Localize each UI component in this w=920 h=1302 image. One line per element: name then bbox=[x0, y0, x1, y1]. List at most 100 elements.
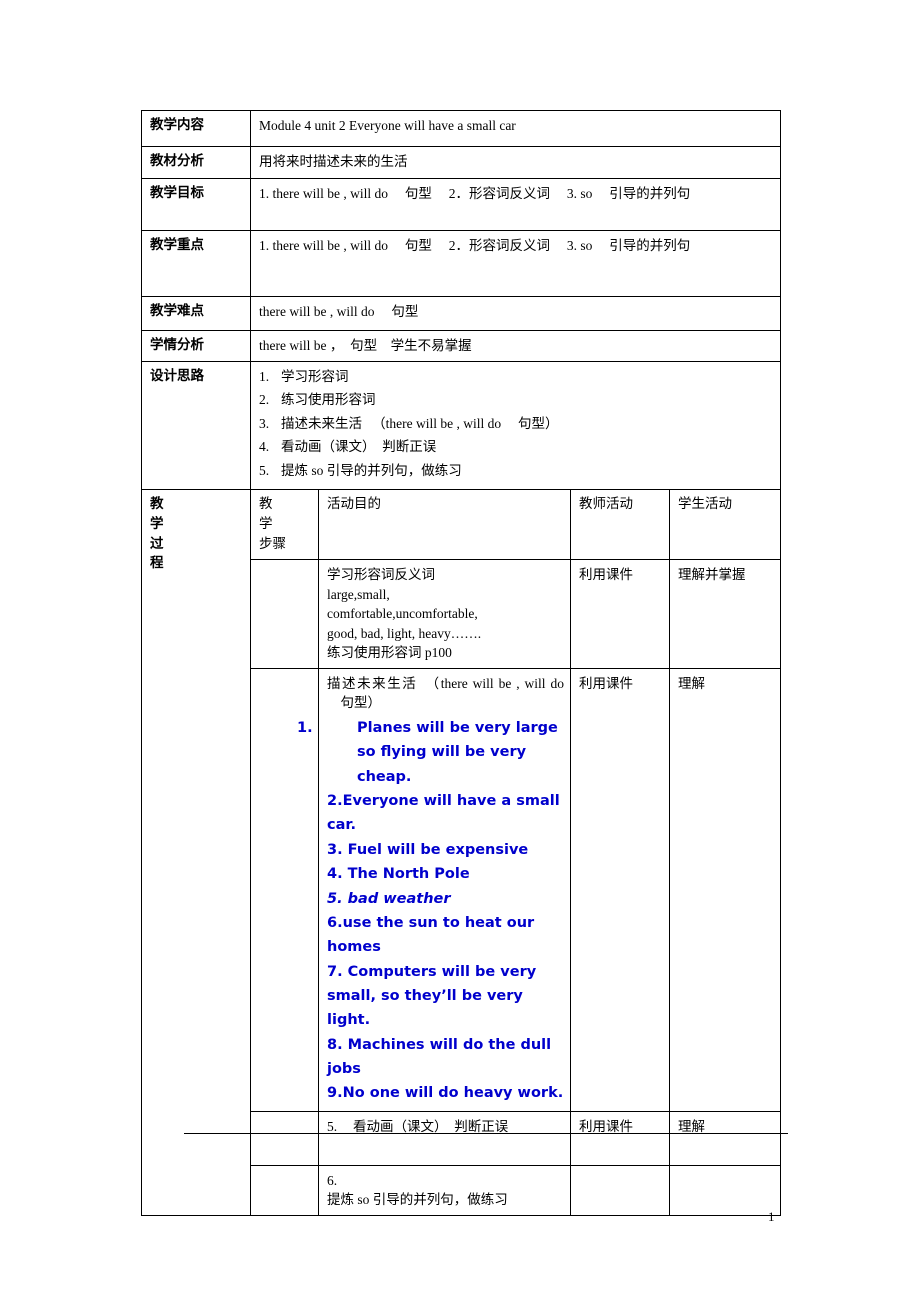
row-label-teaching-content: 教学内容 bbox=[141, 110, 251, 147]
design-approach-item: 5. 提炼 so 引导的并列句，做练习 bbox=[259, 461, 774, 481]
activity-student: 理解 bbox=[669, 1110, 781, 1166]
design-approach-item-text: 描述未来生活 （there will be , will do 句型） bbox=[281, 415, 559, 431]
future-sentence-item: 6.use the sun to heat our homes bbox=[327, 911, 564, 960]
future-sentence-item: 1. Planes will be very large so flying wi… bbox=[297, 716, 564, 789]
activity-purpose: 学习形容词反义词 large,small, comfortable,uncomfor… bbox=[318, 559, 571, 669]
future-sentence-text: Everyone will have a small car. bbox=[327, 793, 560, 834]
activity-purpose-text: 提炼 so 引导的并列句，做练习 bbox=[327, 1192, 508, 1208]
future-sentence-text: use the sun to heat our homes bbox=[327, 914, 535, 956]
future-sentence-text: Planes will be very large so flying will… bbox=[357, 720, 558, 785]
future-sentence-item: 3. Fuel will be expensive bbox=[327, 838, 564, 862]
row-label-key-points: 教学重点 bbox=[141, 230, 251, 297]
table-row-process-header: 教学过程 教 学 步骤 活动目的 教师活动 学生活动 bbox=[141, 489, 781, 1216]
activity-purpose-number: 6. bbox=[327, 1172, 338, 1188]
row-value-key-points: 1. there will be , will do 句型 2．形容词反义词 3… bbox=[250, 230, 781, 297]
activity-teacher bbox=[570, 1164, 670, 1216]
future-sentence-item: 9.No one will do heavy work. bbox=[327, 1081, 564, 1105]
future-sentence-item: 5. bad weather bbox=[327, 887, 564, 911]
column-header-teacher-activity: 教师活动 bbox=[570, 489, 670, 561]
row-value-teaching-content: Module 4 unit 2 Everyone will have a sma… bbox=[250, 110, 781, 147]
activity-student bbox=[669, 1164, 781, 1216]
row-value-difficult-points: there will be , will do 句型 bbox=[250, 296, 781, 331]
column-header-purpose: 活动目的 bbox=[318, 489, 571, 561]
design-approach-item-number: 5. bbox=[259, 462, 270, 478]
future-sentence-text: Machines will do the dull jobs bbox=[327, 1036, 552, 1078]
column-header-student-activity: 学生活动 bbox=[669, 489, 781, 561]
activity-teacher: 利用课件 bbox=[570, 1110, 670, 1166]
table-row-design-approach: 设计思路 1. 学习形容词 2. 练习使用形容词 3. 描述未来生活 （there wil… bbox=[141, 360, 781, 491]
activity-purpose-lines: 学习形容词反义词 large,small, comfortable,uncomfor… bbox=[327, 565, 564, 663]
column-header-steps: 教 学 步骤 bbox=[250, 489, 319, 561]
activity-purpose-intro: 描述未来生活 （there will be , will do 句型） bbox=[327, 675, 564, 711]
table-row-difficult-points: 教学难点 there will be , will do 句型 bbox=[141, 296, 781, 331]
activity-purpose-line: comfortable,uncomfortable, bbox=[327, 606, 478, 622]
activity-purpose-text: 看动画（课文） 判断正误 bbox=[353, 1118, 509, 1134]
activity-steps bbox=[250, 559, 319, 669]
table-row-objectives: 教学目标 1. there will be , will do 句型 2．形容词… bbox=[141, 178, 781, 231]
design-approach-list: 1. 学习形容词 2. 练习使用形容词 3. 描述未来生活 （there will be … bbox=[259, 367, 774, 481]
activity-purpose-line: large,small, bbox=[327, 586, 390, 602]
row-label-material-analysis: 教材分析 bbox=[141, 146, 251, 179]
row-label-objectives: 教学目标 bbox=[141, 178, 251, 231]
future-sentence-text: bad weather bbox=[342, 890, 451, 907]
activity-purpose: 5. 看动画（课文） 判断正误 bbox=[318, 1110, 571, 1166]
process-label-char: 过 bbox=[150, 535, 164, 552]
activity-steps bbox=[250, 1110, 319, 1166]
row-value-objectives: 1. there will be , will do 句型 2．形容词反义词 3… bbox=[250, 178, 781, 231]
future-sentence-text: The North Pole bbox=[342, 866, 470, 883]
stray-horizontal-rule bbox=[184, 1133, 788, 1134]
row-value-student-analysis: there will be ， 句型 学生不易掌握 bbox=[250, 330, 781, 362]
activity-purpose-line: 学习形容词反义词 bbox=[327, 567, 435, 583]
future-sentence-item: 7. Computers will be very small, so they… bbox=[327, 960, 564, 1033]
row-label-difficult-points: 教学难点 bbox=[141, 296, 251, 331]
future-sentence-item: 4. The North Pole bbox=[327, 862, 564, 886]
document-page: 教学内容 Module 4 unit 2 Everyone will have … bbox=[0, 0, 920, 1302]
column-header-steps-line1: 教 学 bbox=[259, 496, 301, 532]
future-sentence-number: 9. bbox=[327, 1085, 343, 1102]
table-row-teaching-content: 教学内容 Module 4 unit 2 Everyone will have … bbox=[141, 110, 781, 147]
process-label-char: 教 bbox=[150, 496, 164, 513]
design-approach-item-number: 1. bbox=[259, 368, 270, 384]
activity-student: 理解 bbox=[669, 667, 781, 1112]
activity-teacher: 利用课件 bbox=[570, 559, 670, 669]
future-sentences-list: 1. Planes will be very large so flying wi… bbox=[297, 716, 564, 1106]
design-approach-item: 3. 描述未来生活 （there will be , will do 句型） bbox=[259, 414, 774, 434]
table-row-student-analysis: 学情分析 there will be ， 句型 学生不易掌握 bbox=[141, 330, 781, 362]
row-label-design-approach: 设计思路 bbox=[141, 360, 251, 491]
design-approach-item-number: 2. bbox=[259, 392, 270, 408]
future-sentence-text: No one will do heavy work. bbox=[342, 1085, 564, 1102]
row-label-teaching-process: 教学过程 bbox=[141, 489, 251, 1216]
design-approach-item: 4. 看动画（课文） 判断正误 bbox=[259, 437, 774, 457]
future-sentence-text: Computers will be very small, so they’ll… bbox=[327, 963, 537, 1029]
design-approach-item-number: 3. bbox=[259, 415, 270, 431]
design-approach-item: 1. 学习形容词 bbox=[259, 367, 774, 387]
row-value-design-approach: 1. 学习形容词 2. 练习使用形容词 3. 描述未来生活 （there will be … bbox=[250, 360, 781, 491]
future-sentence-item: 2.Everyone will have a small car. bbox=[327, 789, 564, 838]
column-header-steps-line2: 步骤 bbox=[259, 535, 286, 552]
future-sentence-number: 4. bbox=[327, 866, 343, 883]
future-sentence-number: 8. bbox=[327, 1036, 343, 1053]
future-sentence-number: 3. bbox=[327, 841, 343, 858]
lesson-plan-table: 教学内容 Module 4 unit 2 Everyone will have … bbox=[141, 110, 781, 1216]
table-row-key-points: 教学重点 1. there will be , will do 句型 2．形容词… bbox=[141, 230, 781, 297]
future-sentence-number: 7. bbox=[327, 963, 343, 980]
page-number: 1 bbox=[768, 1209, 775, 1224]
table-row-material-analysis: 教材分析 用将来时描述未来的生活 bbox=[141, 146, 781, 179]
activity-steps bbox=[250, 1164, 319, 1216]
activity-purpose-line: 练习使用形容词 p100 bbox=[327, 645, 452, 661]
future-sentence-item: 8. Machines will do the dull jobs bbox=[327, 1033, 564, 1082]
design-approach-item-text: 看动画（课文） 判断正误 bbox=[281, 439, 437, 455]
activity-purpose: 6. 提炼 so 引导的并列句，做练习 bbox=[318, 1164, 571, 1216]
process-label-char: 程 bbox=[150, 555, 164, 572]
row-label-student-analysis: 学情分析 bbox=[141, 330, 251, 362]
future-sentence-number: 5. bbox=[327, 890, 343, 907]
activity-student: 理解并掌握 bbox=[669, 559, 781, 669]
design-approach-item-text: 学习形容词 bbox=[281, 368, 349, 384]
activity-purpose: 描述未来生活 （there will be , will do 句型） 1. Pl… bbox=[297, 667, 571, 1112]
design-approach-item-text: 提炼 so 引导的并列句，做练习 bbox=[281, 462, 462, 478]
design-approach-item-number: 4. bbox=[259, 439, 270, 455]
future-sentence-text: Fuel will be expensive bbox=[342, 841, 529, 858]
activity-teacher: 利用课件 bbox=[570, 667, 670, 1112]
future-sentence-number: 2. bbox=[327, 793, 343, 810]
row-value-material-analysis: 用将来时描述未来的生活 bbox=[250, 146, 781, 179]
